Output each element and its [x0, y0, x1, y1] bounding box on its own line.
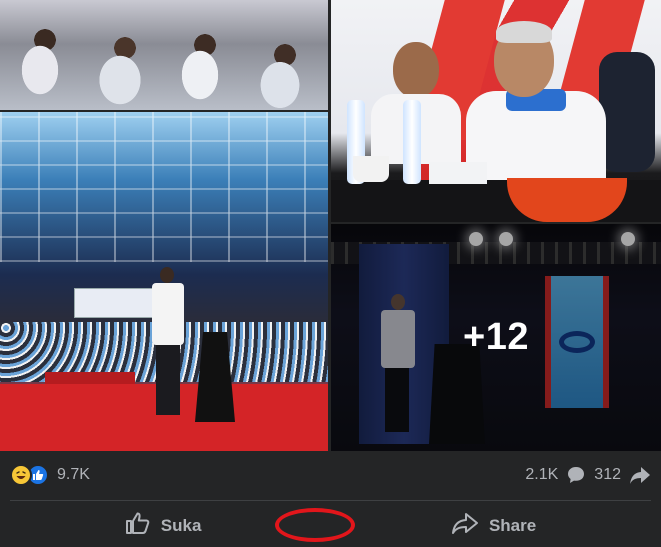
like-button[interactable]: Suka	[111, 505, 216, 546]
divider	[10, 500, 651, 501]
speaker-figure	[150, 267, 184, 417]
water-bottle	[403, 100, 421, 184]
reaction-icons[interactable]	[10, 464, 49, 486]
photo-hall-stage[interactable]	[0, 112, 328, 451]
comments-count[interactable]: 2.1K	[525, 466, 558, 484]
photo-seated-speaker[interactable]	[331, 0, 661, 222]
comment-button-highlight-ring[interactable]	[275, 508, 355, 542]
more-photos-count[interactable]: +12	[331, 224, 661, 451]
nameplate	[429, 162, 487, 184]
table-drape	[507, 178, 627, 222]
shares-count[interactable]: 312	[594, 466, 621, 484]
photo-grid: +12	[0, 0, 661, 451]
chair	[599, 52, 655, 172]
like-button-label: Suka	[160, 515, 202, 535]
photo-crowd[interactable]	[0, 0, 328, 110]
comment-bubble-icon	[566, 465, 586, 485]
seated-person-main	[466, 21, 606, 191]
photo-dark-stage[interactable]: +12	[331, 224, 661, 451]
thumbs-up-icon	[125, 511, 151, 540]
share-button-label: Share	[488, 515, 537, 535]
post-stats: 2.1K 312	[525, 465, 651, 485]
reaction-count[interactable]: 9.7K	[57, 466, 90, 484]
share-arrow-icon	[629, 465, 651, 485]
reactions-bar: 9.7K 2.1K 312	[0, 455, 661, 495]
cup	[353, 156, 389, 182]
ceiling-lights	[0, 112, 328, 262]
share-button[interactable]: Share	[437, 505, 550, 546]
share-icon	[451, 511, 479, 540]
haha-icon	[10, 464, 32, 486]
